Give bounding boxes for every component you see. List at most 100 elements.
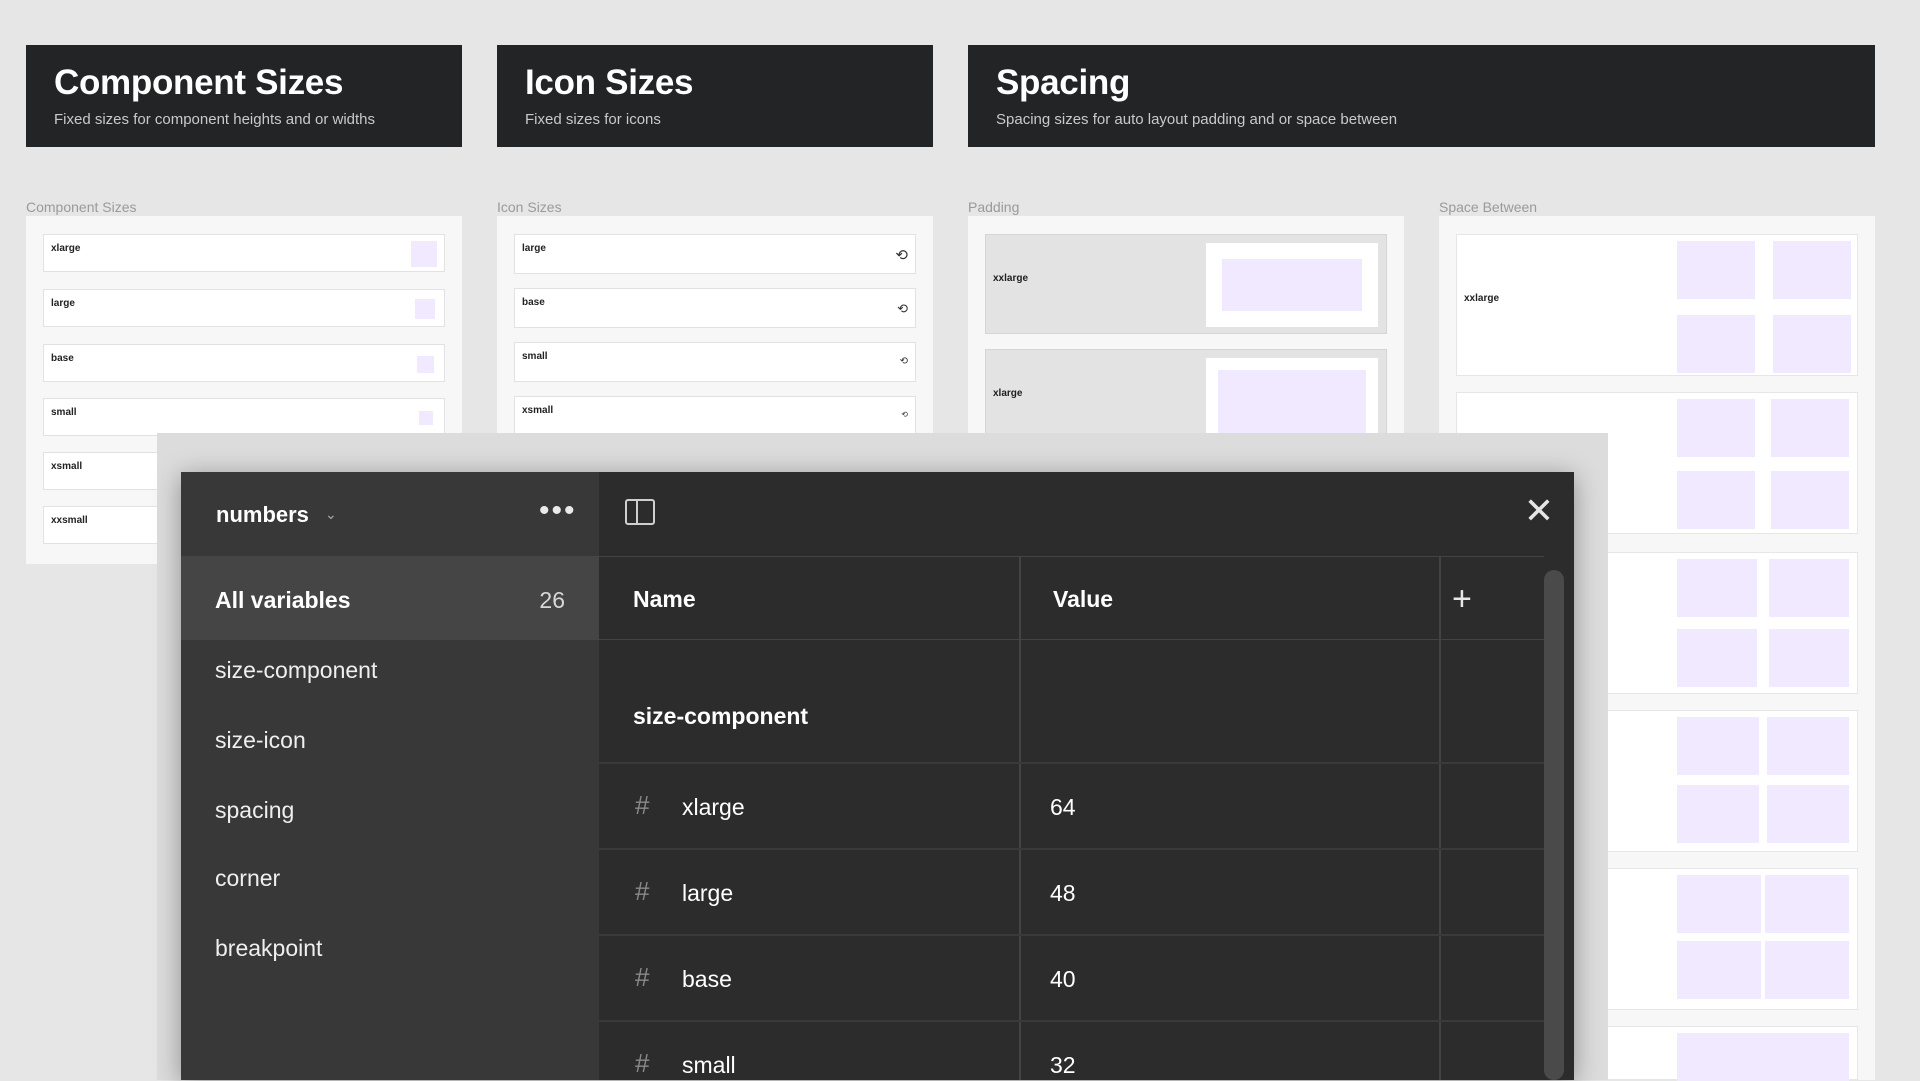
row-label: small xyxy=(522,351,548,362)
padding-swatch xyxy=(1222,259,1362,311)
header-subtitle: Fixed sizes for icons xyxy=(525,111,661,128)
size-swatch xyxy=(417,356,434,373)
spacing-swatch xyxy=(1677,629,1757,687)
add-mode-icon[interactable]: + xyxy=(1452,580,1472,619)
spacing-swatch xyxy=(1677,241,1755,299)
component-sizes-header: Component Sizes Fixed sizes for componen… xyxy=(26,45,462,147)
spacing-swatch xyxy=(1677,785,1759,843)
size-swatch xyxy=(419,411,433,425)
spacing-swatch xyxy=(1677,1033,1763,1081)
spacing-swatch xyxy=(1677,399,1755,457)
number-type-icon: # xyxy=(635,790,650,820)
variable-value[interactable]: 64 xyxy=(1050,794,1076,821)
row-label: large xyxy=(522,243,546,254)
row-label: xsmall xyxy=(522,405,554,416)
variable-value[interactable]: 48 xyxy=(1050,880,1076,907)
refresh-icon: ⟲ xyxy=(901,410,908,419)
value-header-label: Value xyxy=(1053,586,1114,612)
group-item-breakpoint[interactable]: breakpoint xyxy=(215,935,322,962)
spacing-swatch xyxy=(1677,717,1759,775)
header-subtitle: Spacing sizes for auto layout padding an… xyxy=(996,111,1398,128)
refresh-icon: ⟲ xyxy=(899,356,908,367)
number-type-icon: # xyxy=(635,962,650,992)
variable-value[interactable]: 32 xyxy=(1050,1052,1076,1079)
variable-row[interactable]: # base 40 xyxy=(599,934,1544,1020)
spacing-swatch xyxy=(1771,399,1849,457)
close-icon[interactable]: ✕ xyxy=(1524,490,1554,532)
size-row: small xyxy=(43,398,445,436)
padding-swatch xyxy=(1218,370,1366,435)
spacing-swatch xyxy=(1677,315,1755,373)
section-label: Space Between xyxy=(1439,199,1538,215)
spacing-swatch xyxy=(1677,559,1757,617)
spacing-swatch xyxy=(1677,471,1755,529)
group-item-size-icon[interactable]: size-icon xyxy=(215,727,306,754)
spacing-swatch xyxy=(1769,629,1849,687)
spacing-swatch xyxy=(1767,785,1849,843)
section-label: Component Sizes xyxy=(26,199,137,215)
modal-toolbar: ✕ xyxy=(599,472,1574,556)
header-title: Component Sizes xyxy=(54,63,344,102)
spacing-swatch xyxy=(1763,1033,1849,1081)
refresh-icon: ⟲ xyxy=(897,301,908,316)
more-options-icon[interactable]: ••• xyxy=(539,494,577,528)
group-item-corner[interactable]: corner xyxy=(215,865,280,892)
row-label: base xyxy=(51,353,74,364)
spacing-swatch xyxy=(1765,875,1849,933)
spacing-swatch xyxy=(1767,717,1849,775)
padding-row: xlarge xyxy=(985,349,1387,435)
value-column-header: Value xyxy=(1019,556,1439,640)
icon-sizes-panel: large ⟲ base ⟲ small ⟲ xsmall ⟲ xyxy=(497,216,933,434)
variable-row[interactable]: # small 32 xyxy=(599,1020,1544,1080)
spacing-swatch xyxy=(1765,941,1849,999)
vertical-scrollbar[interactable] xyxy=(1544,570,1564,1080)
row-label: xlarge xyxy=(993,388,1023,399)
size-swatch xyxy=(411,241,437,267)
group-item-size-component[interactable]: size-component xyxy=(215,657,377,684)
icon-size-row: base ⟲ xyxy=(514,288,916,328)
header-subtitle: Fixed sizes for component heights and or… xyxy=(54,111,375,128)
group-heading: size-component xyxy=(633,703,809,729)
size-row: xlarge xyxy=(43,234,445,272)
spacing-swatch xyxy=(1677,875,1761,933)
number-type-icon: # xyxy=(635,876,650,906)
padding-panel: xxlarge xlarge xyxy=(968,216,1404,435)
section-label: Icon Sizes xyxy=(497,199,562,215)
row-label: xxsmall xyxy=(51,515,88,526)
toggle-sidebar-icon[interactable] xyxy=(625,499,655,525)
row-label: large xyxy=(51,298,75,309)
local-variables-modal: numbers ⌄ ••• All variables 26 size-comp… xyxy=(181,472,1574,1080)
row-label: base xyxy=(522,297,545,308)
collections-sidebar: numbers ⌄ ••• All variables 26 size-comp… xyxy=(181,472,599,1080)
name-column-header: Name xyxy=(599,556,1019,640)
row-label: xsmall xyxy=(51,461,83,472)
row-label: xlarge xyxy=(51,243,81,254)
icon-sizes-header: Icon Sizes Fixed sizes for icons xyxy=(497,45,933,147)
chevron-down-icon[interactable]: ⌄ xyxy=(325,506,337,523)
variable-row[interactable]: # large 48 xyxy=(599,848,1544,934)
refresh-icon: ⟲ xyxy=(895,247,908,264)
spacing-swatch xyxy=(1769,559,1849,617)
variable-name[interactable]: xlarge xyxy=(682,794,745,821)
row-label: xxlarge xyxy=(1464,293,1500,304)
number-type-icon: # xyxy=(635,1048,650,1078)
size-row: large xyxy=(43,289,445,327)
name-header-label: Name xyxy=(633,586,696,612)
header-title: Icon Sizes xyxy=(525,63,694,102)
variable-value[interactable]: 40 xyxy=(1050,966,1076,993)
space-between-card: xxlarge xyxy=(1456,234,1858,376)
variable-row[interactable]: # xlarge 64 xyxy=(599,762,1544,848)
variable-name[interactable]: large xyxy=(682,880,733,907)
variables-table-area: ✕ Name Value + size-component # xlarge 6… xyxy=(599,472,1574,1080)
variable-name[interactable]: base xyxy=(682,966,732,993)
collection-dropdown[interactable]: numbers xyxy=(216,502,309,528)
spacing-swatch xyxy=(1771,471,1849,529)
padding-row: xxlarge xyxy=(985,234,1387,334)
spacing-swatch xyxy=(1677,941,1761,999)
collection-picker-bar: numbers ⌄ ••• xyxy=(181,472,599,556)
header-title: Spacing xyxy=(996,63,1131,102)
all-variables-item[interactable]: All variables 26 xyxy=(181,556,599,640)
group-item-spacing[interactable]: spacing xyxy=(215,797,294,824)
variable-name[interactable]: small xyxy=(682,1052,736,1079)
row-label: small xyxy=(51,407,77,418)
